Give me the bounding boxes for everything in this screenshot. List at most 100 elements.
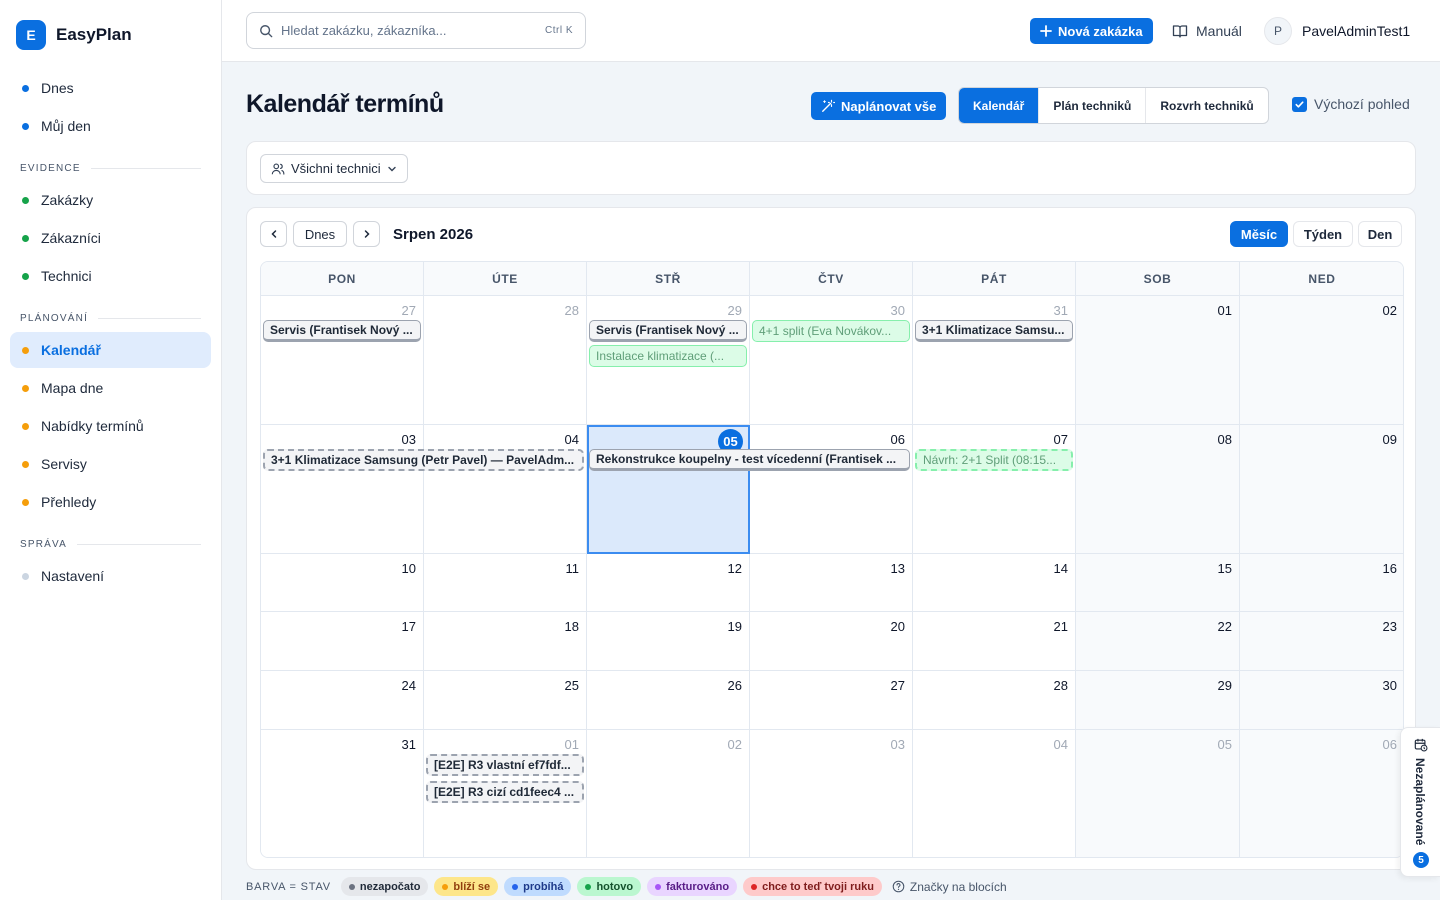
next-month-button[interactable]: [353, 221, 380, 247]
search-shortcut: Ctrl K: [545, 25, 573, 36]
day-cell[interactable]: 05: [1076, 730, 1240, 857]
sidebar-item-zakazky[interactable]: Zakázky: [10, 182, 211, 218]
day-cell[interactable]: 03: [750, 730, 913, 857]
user-menu[interactable]: P PavelAdminTest1: [1264, 17, 1410, 45]
day-cell[interactable]: 30: [750, 296, 913, 425]
sidebar-item-muj-den[interactable]: Můj den: [10, 108, 211, 144]
day-cell[interactable]: 24: [261, 671, 424, 730]
nav-dot-icon: [22, 498, 29, 506]
day-cell[interactable]: 14: [913, 554, 1076, 612]
day-cell[interactable]: 15: [1076, 554, 1240, 612]
day-cell[interactable]: 04: [913, 730, 1076, 857]
day-cell[interactable]: 28: [913, 671, 1076, 730]
day-cell[interactable]: 16: [1240, 554, 1403, 612]
legend-status-nezapocato: nezapočato: [340, 877, 429, 896]
new-order-button[interactable]: Nová zakázka: [1030, 18, 1153, 44]
calendar-event[interactable]: Servis (Frantisek Nový ...: [263, 320, 421, 342]
calendar-event[interactable]: [E2E] R3 cizí cd1feec4 ...: [426, 781, 584, 803]
status-legend: BARVA = STAV nezapočato blíží se probíhá ho…: [246, 877, 1007, 896]
sidebar-item-prehledy[interactable]: Přehledy: [10, 484, 211, 520]
legend-status-label: probíhá: [523, 880, 564, 893]
day-cell[interactable]: 17: [261, 612, 424, 671]
day-cell[interactable]: 10: [261, 554, 424, 612]
day-cell[interactable]: 02: [587, 730, 750, 857]
day-cell[interactable]: 29: [1076, 671, 1240, 730]
day-cell[interactable]: 13: [750, 554, 913, 612]
sidebar-item-servisy[interactable]: Servisy: [10, 446, 211, 482]
unscheduled-panel-tab[interactable]: Nezaplánované 5: [1400, 727, 1440, 877]
day-cell[interactable]: 26: [587, 671, 750, 730]
view-mesic-button[interactable]: Měsíc: [1230, 221, 1288, 247]
calendar-event[interactable]: [E2E] R3 vlastní ef7fdf...: [426, 754, 584, 776]
day-number: 03: [401, 432, 416, 447]
day-cell[interactable]: 01: [1076, 296, 1240, 425]
day-cell[interactable]: 25: [424, 671, 587, 730]
sidebar-item-mapa-dne[interactable]: Mapa dne: [10, 370, 211, 406]
search-input[interactable]: [281, 23, 537, 38]
day-cell[interactable]: 27: [750, 671, 913, 730]
search-box[interactable]: Ctrl K: [246, 12, 586, 49]
day-cell[interactable]: 22: [1076, 612, 1240, 671]
tab-kalendar[interactable]: Kalendář: [959, 88, 1040, 123]
view-den-button[interactable]: Den: [1358, 221, 1402, 247]
divider: [98, 317, 201, 319]
calendar-event[interactable]: Instalace klimatizace (...: [589, 345, 747, 367]
tab-plan-techniku[interactable]: Plán techniků: [1039, 88, 1147, 123]
day-number: 18: [564, 619, 579, 634]
default-view-label: Výchozí pohled: [1314, 96, 1410, 112]
day-cell[interactable]: 07: [913, 425, 1076, 554]
day-cell[interactable]: 06: [750, 425, 913, 554]
calendar-event[interactable]: Návrh: 2+1 Split (08:15...: [915, 449, 1073, 471]
sidebar-item-label: Zákazníci: [41, 230, 101, 246]
legend-status-label: chce to teď tvoji ruku: [762, 880, 874, 893]
legend-status-label: fakturováno: [666, 880, 730, 893]
day-number: 29: [727, 303, 742, 318]
day-cell[interactable]: 30: [1240, 671, 1403, 730]
sidebar-item-dnes[interactable]: Dnes: [10, 70, 211, 106]
day-cell[interactable]: 31: [261, 730, 424, 857]
day-cell[interactable]: 27: [261, 296, 424, 425]
day-cell[interactable]: 09: [1240, 425, 1403, 554]
manual-link[interactable]: Manuál: [1172, 18, 1242, 44]
brand[interactable]: E EasyPlan: [0, 0, 221, 70]
today-button[interactable]: Dnes: [293, 221, 347, 247]
status-dot-icon: [512, 883, 519, 890]
day-cell[interactable]: 11: [424, 554, 587, 612]
day-cell[interactable]: 12: [587, 554, 750, 612]
day-number: 08: [1217, 432, 1232, 447]
day-cell[interactable]: 20: [750, 612, 913, 671]
sidebar-item-label: Servisy: [41, 456, 87, 472]
sidebar-item-nabidky-terminu[interactable]: Nabídky termínů: [10, 408, 211, 444]
day-cell[interactable]: 23: [1240, 612, 1403, 671]
day-cell[interactable]: 02: [1240, 296, 1403, 425]
plan-all-button[interactable]: Naplánovat vše: [811, 92, 947, 120]
calendar-event[interactable]: Rekonstrukce koupelny - test vícedenní (…: [589, 449, 910, 471]
technician-filter-dropdown[interactable]: Všichni technici: [260, 154, 408, 183]
view-tyden-button[interactable]: Týden: [1293, 221, 1353, 247]
day-number: 21: [1053, 619, 1068, 634]
block-markers-help[interactable]: Značky na blocích: [892, 880, 1007, 894]
day-cell[interactable]: 05: [587, 425, 750, 554]
default-view-toggle[interactable]: Výchozí pohled: [1292, 96, 1410, 112]
sidebar-item-technici[interactable]: Technici: [10, 258, 211, 294]
sidebar-item-zakaznici[interactable]: Zákazníci: [10, 220, 211, 256]
day-cell[interactable]: 31: [913, 296, 1076, 425]
sidebar-item-nastaveni[interactable]: Nastavení: [10, 558, 211, 594]
status-dot-icon: [751, 883, 758, 890]
prev-month-button[interactable]: [260, 221, 287, 247]
day-cell[interactable]: 19: [587, 612, 750, 671]
calendar-event[interactable]: Servis (Frantisek Nový ...: [589, 320, 747, 342]
calendar-event[interactable]: 4+1 split (Eva Novákov...: [752, 320, 910, 342]
day-cell[interactable]: 08: [1076, 425, 1240, 554]
tab-rozvrh-techniku[interactable]: Rozvrh techniků: [1146, 88, 1267, 123]
day-cell[interactable]: 03: [261, 425, 424, 554]
default-view-checkbox[interactable]: [1292, 96, 1307, 112]
day-cell[interactable]: 06: [1240, 730, 1403, 857]
day-cell[interactable]: 18: [424, 612, 587, 671]
day-cell[interactable]: 28: [424, 296, 587, 425]
day-cell[interactable]: 04: [424, 425, 587, 554]
calendar-event[interactable]: 3+1 Klimatizace Samsung (Petr Pavel) — P…: [263, 449, 584, 471]
sidebar-item-kalendar[interactable]: Kalendář: [10, 332, 211, 368]
day-cell[interactable]: 21: [913, 612, 1076, 671]
calendar-event[interactable]: 3+1 Klimatizace Samsu...: [915, 320, 1073, 342]
